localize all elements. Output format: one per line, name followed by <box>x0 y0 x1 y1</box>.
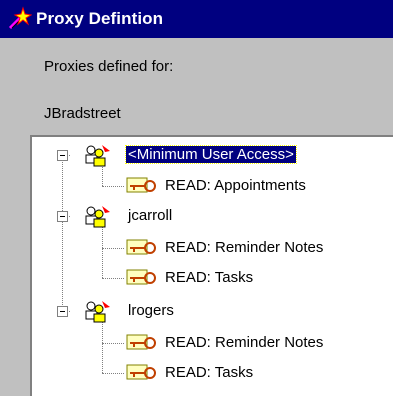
key-icon <box>126 177 156 193</box>
group-name[interactable]: lrogers <box>128 302 174 319</box>
key-icon <box>126 334 156 350</box>
window-title: Proxy Defintion <box>36 9 164 28</box>
users-icon <box>85 301 110 323</box>
key-icon <box>126 364 156 380</box>
group-name[interactable]: <Minimum User Access> <box>125 145 297 164</box>
proxy-tree[interactable]: <Minimum User Access> READ: Appointments… <box>30 135 393 396</box>
collapse-toggle[interactable] <box>57 150 68 161</box>
title-bar[interactable]: Proxy Defintion <box>0 0 393 38</box>
permission-label[interactable]: READ: Appointments <box>165 177 306 194</box>
collapse-toggle[interactable] <box>57 211 68 222</box>
key-icon <box>126 269 156 285</box>
wand-icon <box>8 6 32 30</box>
users-icon <box>85 206 110 228</box>
permission-label[interactable]: READ: Tasks <box>165 269 253 286</box>
key-icon <box>126 239 156 255</box>
permission-label[interactable]: READ: Reminder Notes <box>165 239 323 256</box>
permission-label[interactable]: READ: Tasks <box>165 364 253 381</box>
collapse-toggle[interactable] <box>57 306 68 317</box>
group-name[interactable]: jcarroll <box>128 207 172 224</box>
owner-name: JBradstreet <box>44 105 121 122</box>
proxies-for-label: Proxies defined for: <box>44 58 174 75</box>
permission-label[interactable]: READ: Reminder Notes <box>165 334 323 351</box>
users-icon <box>85 145 110 167</box>
